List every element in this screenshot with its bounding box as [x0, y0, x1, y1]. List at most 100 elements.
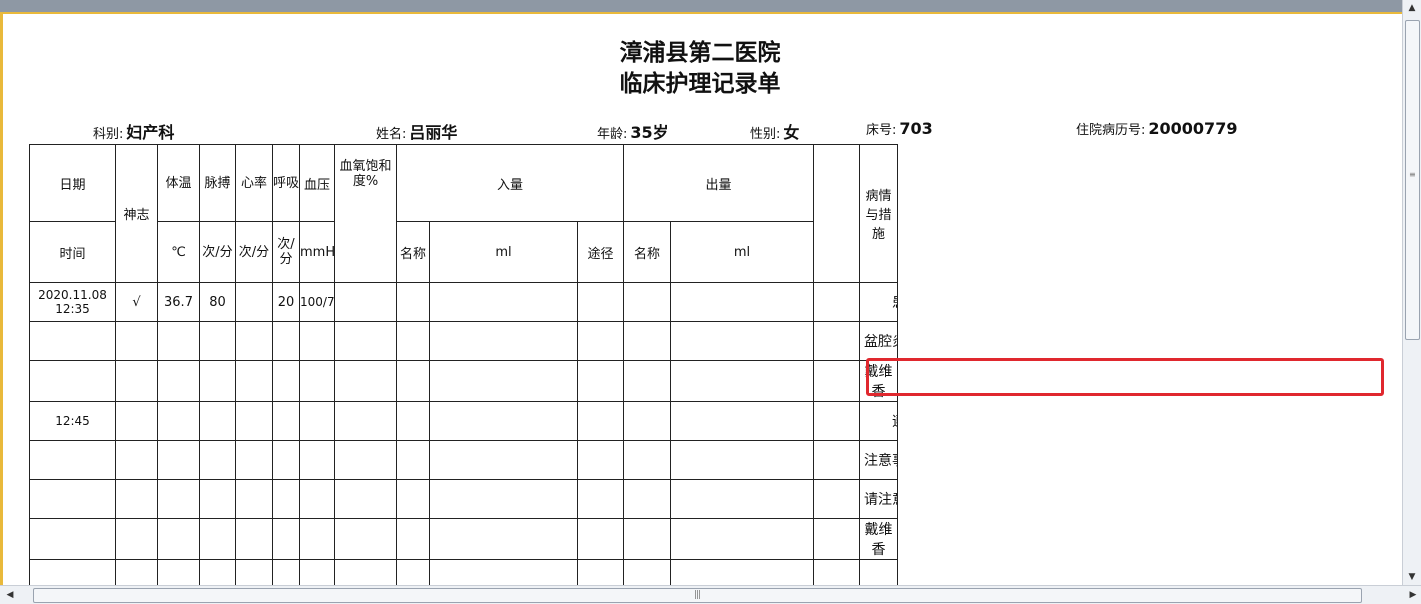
age-value: 35岁 — [630, 123, 669, 142]
intake-route-cell — [576, 282, 625, 322]
output-name-cell — [623, 282, 672, 322]
name-label: 姓名: — [376, 127, 407, 142]
age-info: 年龄: 35岁 — [597, 119, 669, 143]
intake-ml-cell — [429, 282, 578, 322]
scroll-right-icon[interactable]: ▶ — [1405, 586, 1421, 604]
record-value: 20000779 — [1148, 119, 1238, 138]
intake-ml-cell — [429, 321, 578, 361]
condition-note: 遵医嘱予二级护理及普食，完善相关辅助检查，告知相关检查治疗目的及 — [859, 401, 899, 441]
sex-info: 性别: 女 — [750, 119, 799, 143]
output-ml-cell — [670, 282, 815, 322]
time-text: 12:35 — [55, 302, 90, 316]
scroll-up-icon[interactable]: ▲ — [1403, 0, 1421, 16]
bp-cell — [299, 401, 335, 441]
header-heart-unit: 次/分 — [235, 221, 273, 283]
heart-cell — [235, 282, 273, 322]
blank-cell — [813, 518, 861, 560]
bed-label: 床号: — [866, 123, 897, 138]
bp-cell — [299, 479, 335, 519]
bed-value: 703 — [899, 119, 933, 138]
temp-cell — [157, 401, 200, 441]
consciousness-cell — [115, 360, 158, 402]
heart-cell — [235, 518, 273, 560]
output-ml-cell — [670, 479, 815, 519]
bp-cell — [299, 360, 335, 402]
blank-cell — [813, 321, 861, 361]
resp-cell — [272, 401, 300, 441]
vertical-scrollbar[interactable]: ▲ ≡ ▼ — [1402, 0, 1421, 585]
date-time-cell — [29, 321, 116, 361]
pulse-cell — [199, 401, 236, 441]
window-top-bar — [0, 0, 1421, 14]
intake-route-cell — [576, 479, 625, 519]
spo2-cell — [334, 321, 397, 361]
date-time-cell — [29, 440, 116, 480]
blank-cell — [813, 282, 861, 322]
header-intake: 入量 — [395, 144, 625, 222]
grip-icon: ||| — [694, 590, 701, 600]
consciousness-cell — [115, 518, 158, 560]
temp-cell — [157, 479, 200, 519]
bp-cell: 100/77 — [299, 282, 335, 322]
date-time-cell — [29, 518, 116, 560]
header-resp: 呼吸 — [272, 144, 300, 222]
date-time-cell — [29, 479, 116, 519]
blank-cell — [813, 479, 861, 519]
table-row: 2020.11.0812:35√36.78020100/77 患者步行入院，主诉… — [29, 282, 1386, 322]
intake-route-cell — [576, 360, 625, 402]
header-bp: 血压 — [299, 144, 335, 222]
dept-label: 科别: — [93, 127, 124, 142]
intake-name-cell — [396, 440, 430, 480]
header-intake-ml: ml — [429, 221, 578, 283]
intake-name-cell — [396, 479, 430, 519]
temp-cell — [157, 360, 200, 402]
pulse-cell — [199, 360, 236, 402]
scroll-down-icon[interactable]: ▼ — [1403, 569, 1421, 585]
condition-note: 请注意观察患者腹痛情况及生命征的变化。 — [859, 479, 899, 519]
header-row-1: 日期 神志 体温 脉搏 心率 呼吸 血压 血氧饱和度% 入量 出量 病情与措施 — [29, 144, 1386, 283]
consciousness-cell: √ — [115, 282, 158, 322]
pulse-cell — [199, 321, 236, 361]
resp-cell: 20 — [272, 282, 300, 322]
header-output: 出量 — [623, 144, 815, 222]
resp-cell — [272, 321, 300, 361]
sex-label: 性别: — [750, 127, 781, 142]
horizontal-scrollbar[interactable]: ◀ ||| ▶ — [0, 585, 1421, 604]
scroll-left-icon[interactable]: ◀ — [2, 586, 18, 604]
dept-value: 妇产科 — [126, 123, 175, 142]
intake-name-cell — [396, 518, 430, 560]
intake-ml-cell — [429, 401, 578, 441]
record-label: 住院病历号: — [1076, 123, 1146, 138]
resp-cell — [272, 479, 300, 519]
pulse-cell: 80 — [199, 282, 236, 322]
name-value: 吕丽华 — [409, 123, 458, 142]
hospital-title: 漳浦县第二医院 — [619, 39, 781, 66]
consciousness-cell — [115, 440, 158, 480]
header-blank — [813, 144, 861, 283]
output-ml-cell — [670, 321, 815, 361]
vertical-scroll-thumb[interactable]: ≡ — [1405, 20, 1420, 340]
header-consciousness: 神志 — [115, 144, 158, 283]
spo2-cell — [334, 360, 397, 402]
header-notes: 病情与措施 — [859, 144, 899, 283]
grip-icon: ≡ — [1409, 170, 1416, 179]
signature-highlight-box — [866, 358, 1384, 396]
pulse-cell — [199, 440, 236, 480]
resp-cell — [272, 518, 300, 560]
intake-ml-cell — [429, 479, 578, 519]
spo2-cell — [334, 518, 397, 560]
date-time-cell — [29, 360, 116, 402]
record-info: 住院病历号: 20000779 — [1076, 119, 1237, 138]
horizontal-scroll-thumb[interactable]: ||| — [33, 588, 1362, 603]
output-ml-cell — [670, 401, 815, 441]
output-name-cell — [623, 440, 672, 480]
consciousness-cell — [115, 479, 158, 519]
time-text: 12:45 — [55, 414, 90, 428]
temp-cell: 36.7 — [157, 282, 200, 322]
output-ml-cell — [670, 518, 815, 560]
table-row: 注意事项、保持外阴清洁、半坐卧位，给予抗炎、补液、微波、止痛等处理， — [29, 440, 1386, 480]
name-info: 姓名: 吕丽华 — [376, 119, 457, 143]
form-title: 临床护理记录单 — [619, 70, 781, 97]
header-output-ml: ml — [670, 221, 815, 283]
consciousness-cell — [115, 321, 158, 361]
